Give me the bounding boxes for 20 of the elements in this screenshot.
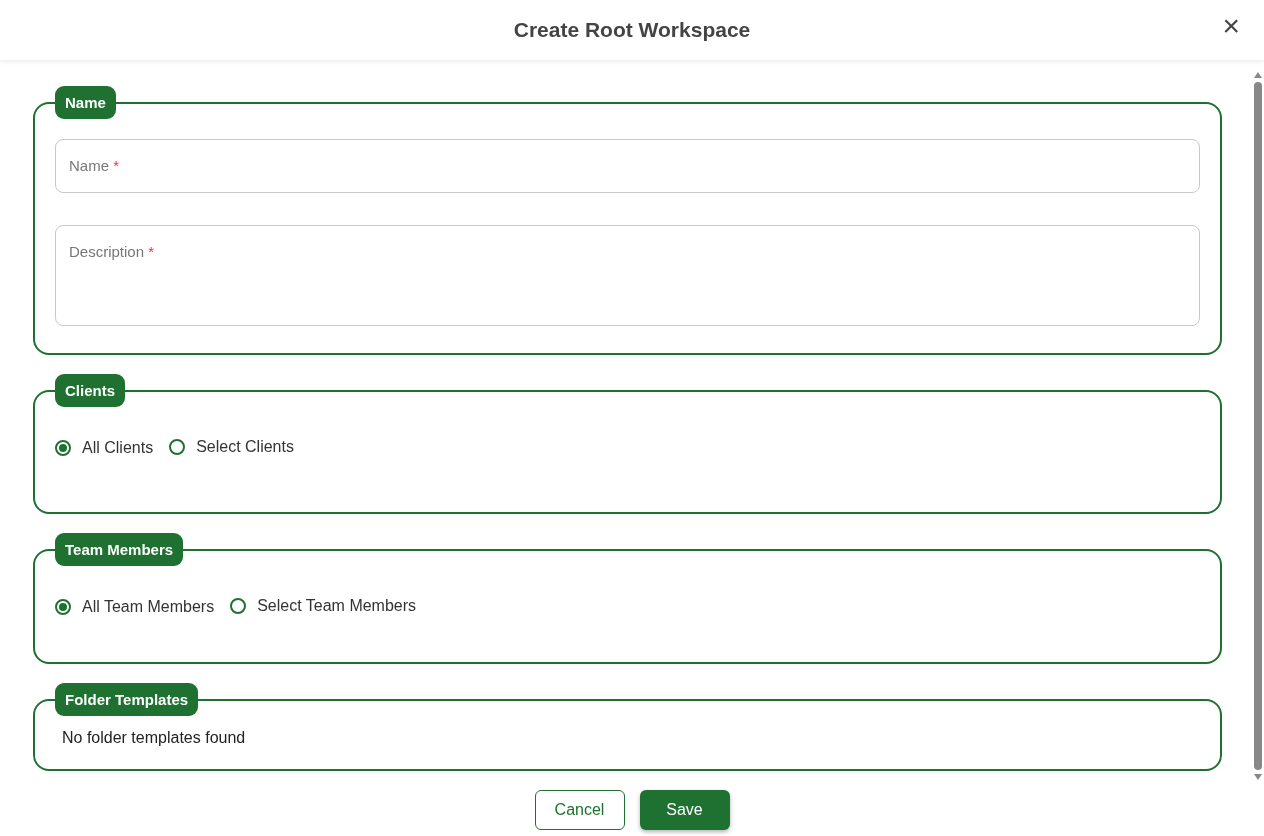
radio-button[interactable] [55,599,71,615]
cancel-button[interactable]: Cancel [534,790,625,830]
radio-option[interactable]: All Clients [55,439,154,457]
section-legend: Clients [55,374,125,407]
save-button[interactable]: Save [639,790,730,830]
scroll-down-icon[interactable] [1254,774,1262,780]
text-field[interactable]: Name * [55,139,1200,193]
radio-button[interactable] [55,440,71,456]
radio-button[interactable] [169,439,186,455]
dialog-title: Create Root Workspace [513,18,751,42]
radio-option[interactable]: All Team Members [55,598,215,616]
radio-option[interactable]: Select Team Members [230,597,417,615]
radio-button[interactable] [230,598,247,614]
section-legend: Name [55,86,116,119]
radio-option[interactable]: Select Clients [169,438,294,456]
close-button[interactable]: × [1218,10,1244,42]
textarea-field[interactable]: Description * [55,225,1200,326]
section-legend: Team Members [55,533,184,566]
section-legend: Folder Templates [55,683,199,716]
scrollbar-thumb[interactable] [1254,82,1262,770]
